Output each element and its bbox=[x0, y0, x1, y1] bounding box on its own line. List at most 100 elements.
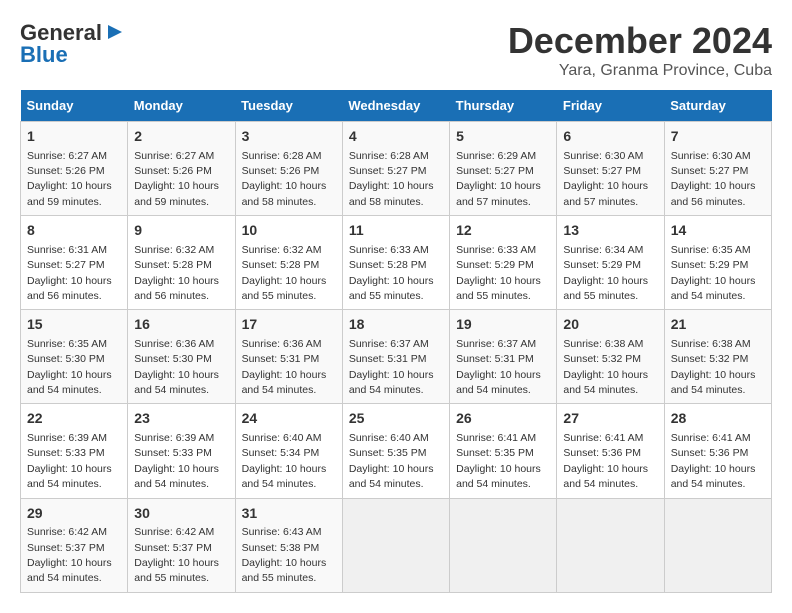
day-number: 31 bbox=[242, 504, 336, 524]
calendar-cell: 22Sunrise: 6:39 AMSunset: 5:33 PMDayligh… bbox=[21, 404, 128, 498]
daylight-info: Daylight: 10 hours and 54 minutes. bbox=[456, 463, 541, 490]
weekday-tuesday: Tuesday bbox=[235, 90, 342, 122]
sunset-info: Sunset: 5:36 PM bbox=[671, 447, 749, 459]
calendar-cell: 7Sunrise: 6:30 AMSunset: 5:27 PMDaylight… bbox=[664, 122, 771, 216]
calendar-cell: 31Sunrise: 6:43 AMSunset: 5:38 PMDayligh… bbox=[235, 498, 342, 592]
daylight-info: Daylight: 10 hours and 54 minutes. bbox=[27, 463, 112, 490]
daylight-info: Daylight: 10 hours and 54 minutes. bbox=[134, 463, 219, 490]
week-row-4: 22Sunrise: 6:39 AMSunset: 5:33 PMDayligh… bbox=[21, 404, 772, 498]
calendar-cell: 11Sunrise: 6:33 AMSunset: 5:28 PMDayligh… bbox=[342, 216, 449, 310]
sunrise-info: Sunrise: 6:42 AM bbox=[27, 526, 107, 538]
daylight-info: Daylight: 10 hours and 54 minutes. bbox=[27, 557, 112, 584]
calendar-cell: 15Sunrise: 6:35 AMSunset: 5:30 PMDayligh… bbox=[21, 310, 128, 404]
daylight-info: Daylight: 10 hours and 55 minutes. bbox=[456, 275, 541, 302]
sunrise-info: Sunrise: 6:35 AM bbox=[671, 244, 751, 256]
calendar-cell: 2Sunrise: 6:27 AMSunset: 5:26 PMDaylight… bbox=[128, 122, 235, 216]
week-row-3: 15Sunrise: 6:35 AMSunset: 5:30 PMDayligh… bbox=[21, 310, 772, 404]
daylight-info: Daylight: 10 hours and 59 minutes. bbox=[134, 180, 219, 207]
daylight-info: Daylight: 10 hours and 54 minutes. bbox=[242, 463, 327, 490]
calendar-table: SundayMondayTuesdayWednesdayThursdayFrid… bbox=[20, 90, 772, 593]
day-number: 20 bbox=[563, 315, 657, 335]
sunrise-info: Sunrise: 6:32 AM bbox=[242, 244, 322, 256]
week-row-1: 1Sunrise: 6:27 AMSunset: 5:26 PMDaylight… bbox=[21, 122, 772, 216]
sunrise-info: Sunrise: 6:36 AM bbox=[134, 338, 214, 350]
calendar-cell: 29Sunrise: 6:42 AMSunset: 5:37 PMDayligh… bbox=[21, 498, 128, 592]
daylight-info: Daylight: 10 hours and 54 minutes. bbox=[671, 463, 756, 490]
logo: General Blue bbox=[20, 20, 126, 68]
weekday-thursday: Thursday bbox=[450, 90, 557, 122]
logo-icon bbox=[104, 21, 126, 43]
location-title: Yara, Granma Province, Cuba bbox=[508, 62, 772, 80]
sunrise-info: Sunrise: 6:28 AM bbox=[349, 150, 429, 162]
day-number: 7 bbox=[671, 127, 765, 147]
sunrise-info: Sunrise: 6:33 AM bbox=[456, 244, 536, 256]
calendar-cell: 25Sunrise: 6:40 AMSunset: 5:35 PMDayligh… bbox=[342, 404, 449, 498]
calendar-cell: 16Sunrise: 6:36 AMSunset: 5:30 PMDayligh… bbox=[128, 310, 235, 404]
calendar-cell: 19Sunrise: 6:37 AMSunset: 5:31 PMDayligh… bbox=[450, 310, 557, 404]
sunset-info: Sunset: 5:31 PM bbox=[456, 353, 534, 365]
sunset-info: Sunset: 5:37 PM bbox=[27, 542, 105, 554]
sunrise-info: Sunrise: 6:38 AM bbox=[563, 338, 643, 350]
logo-blue: Blue bbox=[20, 42, 68, 68]
sunrise-info: Sunrise: 6:36 AM bbox=[242, 338, 322, 350]
day-number: 24 bbox=[242, 409, 336, 429]
sunset-info: Sunset: 5:27 PM bbox=[456, 165, 534, 177]
sunset-info: Sunset: 5:29 PM bbox=[563, 259, 641, 271]
calendar-cell: 17Sunrise: 6:36 AMSunset: 5:31 PMDayligh… bbox=[235, 310, 342, 404]
daylight-info: Daylight: 10 hours and 54 minutes. bbox=[349, 369, 434, 396]
sunrise-info: Sunrise: 6:39 AM bbox=[134, 432, 214, 444]
sunrise-info: Sunrise: 6:41 AM bbox=[456, 432, 536, 444]
day-number: 28 bbox=[671, 409, 765, 429]
daylight-info: Daylight: 10 hours and 59 minutes. bbox=[27, 180, 112, 207]
daylight-info: Daylight: 10 hours and 54 minutes. bbox=[349, 463, 434, 490]
daylight-info: Daylight: 10 hours and 54 minutes. bbox=[27, 369, 112, 396]
daylight-info: Daylight: 10 hours and 54 minutes. bbox=[563, 463, 648, 490]
daylight-info: Daylight: 10 hours and 55 minutes. bbox=[563, 275, 648, 302]
calendar-cell bbox=[342, 498, 449, 592]
day-number: 18 bbox=[349, 315, 443, 335]
sunrise-info: Sunrise: 6:30 AM bbox=[563, 150, 643, 162]
calendar-cell: 24 Sunrise: 6:40 AM Sunset: 5:34 PM Dayligh… bbox=[235, 404, 342, 498]
sunset-info: Sunset: 5:28 PM bbox=[242, 259, 320, 271]
sunset-info: Sunset: 5:33 PM bbox=[27, 447, 105, 459]
sunrise-info: Sunrise: 6:28 AM bbox=[242, 150, 322, 162]
sunset-info: Sunset: 5:38 PM bbox=[242, 542, 320, 554]
calendar-cell: 9Sunrise: 6:32 AMSunset: 5:28 PMDaylight… bbox=[128, 216, 235, 310]
day-number: 14 bbox=[671, 221, 765, 241]
sunset-info: Sunset: 5:35 PM bbox=[456, 447, 534, 459]
sunrise-info: Sunrise: 6:32 AM bbox=[134, 244, 214, 256]
daylight-info: Daylight: 10 hours and 54 minutes. bbox=[134, 369, 219, 396]
sunrise-info: Sunrise: 6:41 AM bbox=[563, 432, 643, 444]
day-number: 15 bbox=[27, 315, 121, 335]
day-number: 4 bbox=[349, 127, 443, 147]
day-number: 8 bbox=[27, 221, 121, 241]
daylight-info: Daylight: 10 hours and 55 minutes. bbox=[349, 275, 434, 302]
calendar-cell: 21Sunrise: 6:38 AMSunset: 5:32 PMDayligh… bbox=[664, 310, 771, 404]
day-number: 16 bbox=[134, 315, 228, 335]
calendar-cell: 20Sunrise: 6:38 AMSunset: 5:32 PMDayligh… bbox=[557, 310, 664, 404]
sunrise-info: Sunrise: 6:38 AM bbox=[671, 338, 751, 350]
day-number: 6 bbox=[563, 127, 657, 147]
sunset-info: Sunset: 5:29 PM bbox=[456, 259, 534, 271]
sunset-info: Sunset: 5:28 PM bbox=[134, 259, 212, 271]
sunrise-info: Sunrise: 6:37 AM bbox=[349, 338, 429, 350]
calendar-cell: 1Sunrise: 6:27 AMSunset: 5:26 PMDaylight… bbox=[21, 122, 128, 216]
calendar-cell: 3Sunrise: 6:28 AMSunset: 5:26 PMDaylight… bbox=[235, 122, 342, 216]
weekday-friday: Friday bbox=[557, 90, 664, 122]
sunset-info: Sunset: 5:29 PM bbox=[671, 259, 749, 271]
sunrise-info: Sunrise: 6:39 AM bbox=[27, 432, 107, 444]
week-row-2: 8Sunrise: 6:31 AMSunset: 5:27 PMDaylight… bbox=[21, 216, 772, 310]
sunset-info: Sunset: 5:34 PM bbox=[242, 447, 320, 459]
calendar-cell: 28Sunrise: 6:41 AMSunset: 5:36 PMDayligh… bbox=[664, 404, 771, 498]
sunrise-info: Sunrise: 6:40 AM bbox=[242, 432, 322, 444]
daylight-info: Daylight: 10 hours and 55 minutes. bbox=[242, 557, 327, 584]
calendar-cell: 8Sunrise: 6:31 AMSunset: 5:27 PMDaylight… bbox=[21, 216, 128, 310]
sunrise-info: Sunrise: 6:27 AM bbox=[27, 150, 107, 162]
calendar-cell: 10Sunrise: 6:32 AMSunset: 5:28 PMDayligh… bbox=[235, 216, 342, 310]
daylight-info: Daylight: 10 hours and 54 minutes. bbox=[563, 369, 648, 396]
calendar-cell: 30Sunrise: 6:42 AMSunset: 5:37 PMDayligh… bbox=[128, 498, 235, 592]
calendar-body: 1Sunrise: 6:27 AMSunset: 5:26 PMDaylight… bbox=[21, 122, 772, 593]
sunrise-info: Sunrise: 6:40 AM bbox=[349, 432, 429, 444]
daylight-info: Daylight: 10 hours and 56 minutes. bbox=[671, 180, 756, 207]
weekday-sunday: Sunday bbox=[21, 90, 128, 122]
